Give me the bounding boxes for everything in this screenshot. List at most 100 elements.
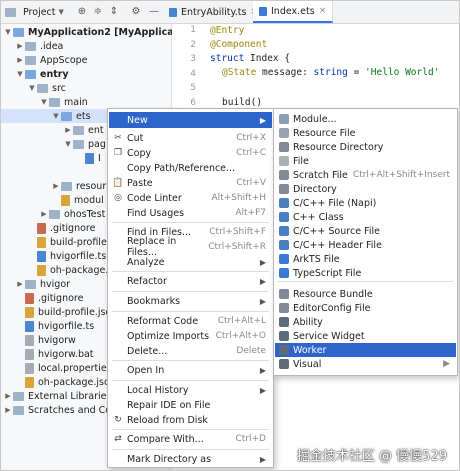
menu-item-compare-with[interactable]: ⇄ Compare With... Ctrl+D [109,431,272,447]
new-item-typescript-file[interactable]: TypeScript File [275,266,456,280]
tree-item-local-properties[interactable]: local.properties [25,361,112,375]
new-item-directory[interactable]: Directory [275,182,456,196]
menu-item-shortcut: Ctrl+Alt+O [215,331,266,341]
collapse-all-icon[interactable]: ≑ [91,5,105,19]
chevron-down-icon: ▼ [53,112,59,120]
new-item-resource-bundle[interactable]: Resource Bundle [275,287,456,301]
menu-item-label: C/C++ Source File [293,225,380,237]
tree-item-resources[interactable]: ▶ resour [51,179,106,193]
ets-file-icon [85,152,94,164]
library-icon [13,391,24,401]
tree-item-entry-oh-package[interactable]: oh-package.js [37,263,116,277]
tree-item-hvigorw-bat[interactable]: hvigorw.bat [25,347,94,361]
tree-item-entry-gitignore[interactable]: .gitignore [37,221,95,235]
project-view-selector[interactable]: Project ▼ [5,5,64,19]
new-item-resource-file[interactable]: Resource File [275,126,456,140]
tree-item-entryability-folder[interactable]: ▶ ent [63,123,104,137]
expand-all-icon[interactable]: ⇕ [107,5,121,19]
tree-item-src[interactable]: ▼ src [27,81,66,95]
new-item-c-cpp-header-file[interactable]: C/C++ Header File [275,238,456,252]
new-item-arkts-file[interactable]: ArkTS File [275,252,456,266]
new-item-cpp-class[interactable]: C++ Class [275,210,456,224]
tree-item-hvigor[interactable]: ▶ hvigor [15,277,70,291]
tree-item-ohostest[interactable]: ▶ ohosTest [39,207,105,221]
line-number: 1 [190,25,196,35]
tree-item-index[interactable]: I [85,151,101,165]
gear-icon[interactable]: ⚙ [129,5,143,19]
gitignore-file-icon [37,222,46,234]
menu-item-label: Repair IDE on File [127,399,211,411]
new-item-module[interactable]: Module... [275,112,456,126]
tree-item-build-profile[interactable]: build-profile.jsor [25,305,115,319]
menu-item-label: Service Widget [293,330,365,342]
menu-item-copy[interactable]: ❐ Copy Ctrl+C [109,145,272,161]
json-file-icon [25,376,34,388]
tree-item-entry-build-profile[interactable]: build-profile. [37,235,110,249]
new-item-scratch-file[interactable]: Scratch File Ctrl+Alt+Shift+Insert [275,168,456,182]
new-item-c-cpp-source-file[interactable]: C/C++ Source File [275,224,456,238]
tree-item-idea[interactable]: ▶ .idea [15,39,63,53]
paste-icon: 📋 [112,178,124,188]
menu-item-open-in[interactable]: Open In ▶ [109,362,272,378]
menu-item-label: Copy Path/Reference... [127,162,236,174]
tab-index-ets[interactable]: Index.ets × [253,1,334,23]
menu-item-find-usages[interactable]: Find Usages Alt+F7 [109,205,272,221]
menu-item-repair-ide-on-file[interactable]: Repair IDE on File [109,397,272,413]
menu-item-refactor[interactable]: Refactor ▶ [109,273,272,289]
menu-item-analyze[interactable]: Analyze ▶ [109,254,272,270]
menu-item-label: Visual [293,358,322,370]
tree-item-root[interactable]: ▼ MyApplication2 [MyApplication] [3,25,199,39]
tree-item-entry[interactable]: ▼ entry [15,67,68,81]
menu-item-reload-from-disk[interactable]: ↻ Reload from Disk [109,412,272,428]
tab-entryability[interactable]: EntryAbility.ts × [163,1,265,23]
menu-item-reformat-code[interactable]: Reformat Code Ctrl+Alt+L [109,313,272,329]
menu-item-copy-path-reference[interactable]: Copy Path/Reference... [109,160,272,176]
tree-item-hvigorw[interactable]: hvigorw [25,333,76,347]
tree-item-external-libraries[interactable]: ▶ External Libraries [3,389,111,403]
locate-icon[interactable]: ⊕ [75,5,89,19]
chevron-down-icon: ▼ [29,84,35,92]
menu-item-new[interactable]: New ▶ [109,112,272,128]
menu-item-paste[interactable]: 📋 Paste Ctrl+V [109,175,272,191]
tree-item-label: build-profile.jsor [38,306,116,318]
new-item-worker[interactable]: Worker [275,343,456,357]
menu-separator [112,222,269,223]
menu-item-replace-in-files[interactable]: Replace in Files... Ctrl+Shift+R [109,236,272,258]
menu-item-mark-directory-as[interactable]: Mark Directory as ▶ [109,451,272,467]
menu-item-delete[interactable]: Delete... Delete [109,343,272,359]
tree-item-label: src [52,82,66,94]
tree-item-entry-hvigorfile[interactable]: hvigorfile.ts [37,249,106,263]
new-item-file[interactable]: File [275,154,456,168]
new-item-editorconfig-file[interactable]: EditorConfig File [275,301,456,315]
tree-item-label: ent [88,124,104,136]
new-item-visual[interactable]: Visual ▶ [275,357,456,371]
menu-item-label: Copy [127,147,152,159]
menu-item-label: Scratch File [293,169,348,181]
tree-item-pages[interactable]: ▼ pag [63,137,106,151]
tree-item-main[interactable]: ▼ main [39,95,87,109]
tree-item-module-json[interactable]: modul [61,193,104,207]
tree-item-gitignore[interactable]: .gitignore [25,291,83,305]
new-item-resource-directory[interactable]: Resource Directory [275,140,456,154]
watermark: 掘金技术社区 @ 慢慢529 [296,449,447,464]
file-type-swatch [279,359,289,369]
menu-item-local-history[interactable]: Local History ▶ [109,382,272,398]
menu-item-optimize-imports[interactable]: Optimize Imports Ctrl+Alt+O [109,328,272,344]
close-icon[interactable]: × [319,6,327,16]
new-item-c-cpp-file-napi[interactable]: C/C++ File (Napi) [275,196,456,210]
folder-icon [49,209,60,219]
tree-item-oh-package[interactable]: oh-package.jsor [25,375,114,389]
menu-item-code-linter[interactable]: ◎ Code Linter Alt+Shift+H [109,190,272,206]
tree-item-scratches[interactable]: ▶ Scratches and Cons [3,403,122,417]
ts-file-icon [25,320,34,332]
new-item-service-widget[interactable]: Service Widget [275,329,456,343]
menu-item-cut[interactable]: ✂ Cut Ctrl+X [109,130,272,146]
hide-icon[interactable]: — [147,5,161,19]
menu-item-shortcut: Ctrl+Alt+Shift+Insert [352,170,450,180]
tree-item-appscope[interactable]: ▶ AppScope [15,53,87,67]
new-item-ability[interactable]: Ability [275,315,456,329]
tree-item-label: hvigorfile.ts [38,320,95,332]
menu-item-bookmarks[interactable]: Bookmarks ▶ [109,293,272,309]
menu-item-shortcut: Ctrl+Shift+R [208,242,266,252]
tree-item-hvigorfile[interactable]: hvigorfile.ts [25,319,94,333]
